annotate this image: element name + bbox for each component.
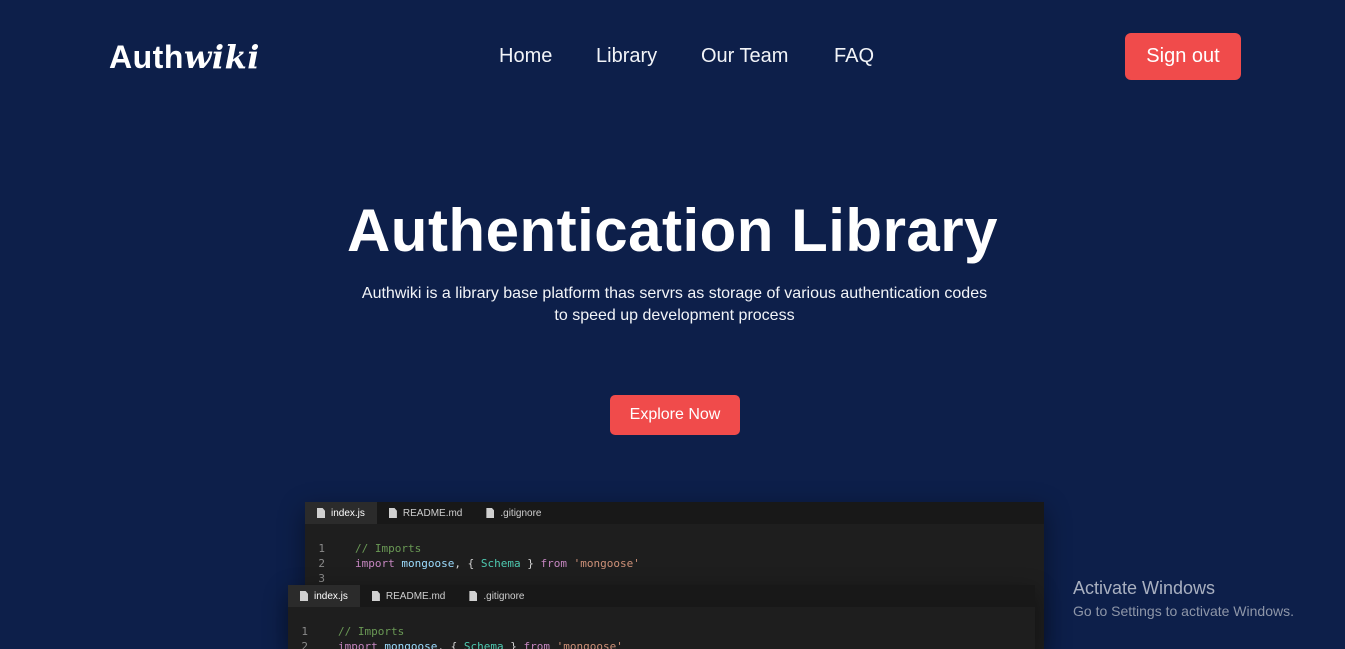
tab-index-js[interactable]: index.js (305, 502, 377, 524)
code-line: 2 import mongoose, { Schema } from 'mong… (288, 639, 1035, 649)
code-line: 1 // Imports (288, 624, 1035, 639)
code-keyword: import (338, 640, 378, 649)
code-line: 2 import mongoose, { Schema } from 'mong… (305, 556, 1044, 571)
tab-label: .gitignore (483, 590, 525, 602)
code-area: 1 // Imports 2 import mongoose, { Schema… (288, 607, 1035, 649)
file-icon (300, 591, 308, 601)
code-punct: , { (454, 557, 481, 570)
tab-readme-md[interactable]: README.md (377, 502, 474, 524)
code-type: Schema (480, 557, 521, 570)
file-icon (388, 508, 397, 518)
code-comment: // Imports (355, 542, 422, 555)
line-number: 1 (301, 625, 308, 638)
code-identifier: mongoose (384, 640, 438, 649)
line-number: 2 (301, 640, 308, 649)
file-icon (371, 591, 380, 601)
nav-library[interactable]: Library (596, 45, 657, 68)
code-line: 1 // Imports (305, 541, 1044, 556)
code-line: 3 (305, 571, 1044, 586)
activate-windows-watermark: Activate Windows Go to Settings to activ… (1073, 578, 1294, 619)
code-punct: } (520, 557, 541, 570)
nav-faq[interactable]: FAQ (834, 45, 874, 68)
tab-label: README.md (385, 590, 446, 602)
code-keyword: import (355, 557, 395, 570)
hero-title: Authentication Library (346, 197, 999, 264)
editor-tab-bar: index.js README.md .gitignore (288, 585, 1035, 607)
code-type: Schema (463, 640, 504, 649)
file-icon (469, 591, 478, 601)
tab-gitignore[interactable]: .gitignore (457, 585, 536, 607)
code-string: 'mongoose' (573, 557, 640, 570)
code-keyword: from (523, 640, 550, 649)
sign-out-button[interactable]: Sign out (1125, 33, 1241, 80)
tab-index-js[interactable]: index.js (288, 585, 360, 607)
nav-home[interactable]: Home (499, 45, 552, 68)
code-identifier: mongoose (401, 557, 455, 570)
code-comment: // Imports (338, 625, 405, 638)
tab-label: index.js (314, 590, 348, 602)
explore-now-button[interactable]: Explore Now (610, 395, 740, 435)
tab-readme-md[interactable]: README.md (360, 585, 457, 607)
code-string: 'mongoose' (556, 640, 623, 649)
hero-subtitle-line-2: to speed up development process (554, 307, 795, 324)
code-punct: } (503, 640, 524, 649)
line-number: 3 (318, 572, 325, 585)
line-number: 2 (318, 557, 325, 570)
code-punct: , { (437, 640, 464, 649)
tab-label: index.js (331, 507, 365, 519)
tab-label: .gitignore (500, 507, 542, 519)
line-number: 1 (318, 542, 325, 555)
file-icon (486, 508, 495, 518)
hero-subtitle-line-1: Authwiki is a library base platform thas… (361, 285, 988, 302)
code-editor-front: index.js README.md .gitignore 1 // Impor… (288, 585, 1035, 649)
file-icon (317, 508, 325, 518)
code-area: 1 // Imports 2 import mongoose, { Schema… (305, 524, 1044, 586)
editor-tab-bar: index.js README.md .gitignore (305, 502, 1044, 524)
watermark-subtitle: Go to Settings to activate Windows. (1073, 603, 1294, 619)
code-keyword: from (540, 557, 567, 570)
tab-label: README.md (402, 507, 463, 519)
nav-our-team[interactable]: Our Team (701, 45, 788, 68)
hero-subtitle: Authwiki is a library base platform thas… (332, 283, 1017, 327)
tab-gitignore[interactable]: .gitignore (474, 502, 553, 524)
watermark-title: Activate Windows (1073, 578, 1216, 598)
